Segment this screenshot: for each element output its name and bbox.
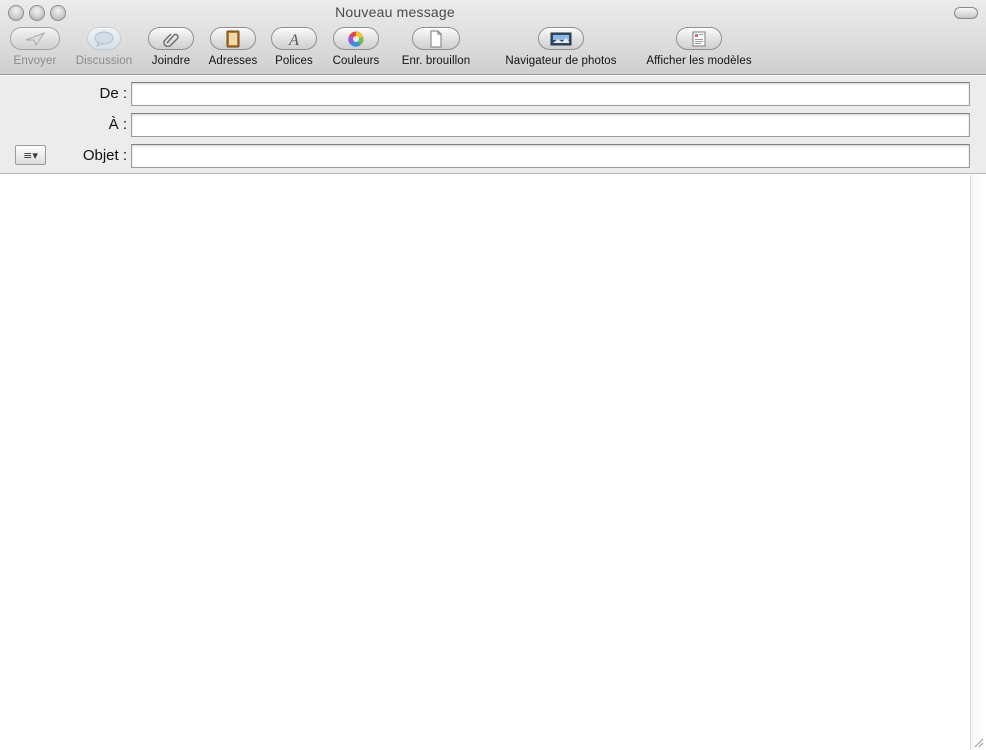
send-button[interactable]: Envoyer [9, 27, 61, 67]
to-label: À : [108, 116, 127, 133]
svg-text:A: A [288, 32, 299, 48]
message-header-fields: De : À : Objet : ≡▾ [0, 76, 986, 174]
show-templates-label: Afficher les modèles [646, 55, 752, 67]
speech-bubble-icon [93, 31, 115, 47]
attach-button[interactable]: Joindre [148, 27, 194, 67]
paperclip-icon [162, 31, 180, 47]
subject-row: Objet : [0, 144, 986, 168]
to-field[interactable] [131, 113, 970, 137]
send-label: Envoyer [13, 55, 57, 67]
from-label: De : [99, 85, 127, 102]
mail-compose-window: Nouveau message Envoyer Discussion Joind… [0, 0, 986, 750]
header-options-menu-button[interactable]: ≡▾ [15, 145, 46, 165]
save-draft-label: Enr. brouillon [401, 55, 471, 67]
fonts-button[interactable]: A Polices [271, 27, 317, 67]
discussion-label: Discussion [75, 55, 133, 67]
templates-icon [690, 31, 708, 47]
show-templates-button[interactable]: Afficher les modèles [637, 27, 761, 67]
window-title: Nouveau message [335, 4, 455, 20]
save-draft-button[interactable]: Enr. brouillon [394, 27, 478, 67]
resize-grip-icon[interactable] [972, 736, 984, 748]
colors-label: Couleurs [332, 55, 380, 67]
discussion-button[interactable]: Discussion [72, 27, 136, 67]
draft-document-icon [428, 30, 444, 48]
attach-label: Joindre [151, 55, 191, 67]
toolbar-toggle-button[interactable] [954, 7, 978, 19]
from-row: De : [0, 82, 986, 106]
colors-button[interactable]: Couleurs [329, 27, 383, 67]
vertical-scrollbar[interactable] [970, 175, 986, 750]
photo-browser-button[interactable]: Navigateur de photos [496, 27, 626, 67]
to-row: À : [0, 113, 986, 137]
photo-browser-label: Navigateur de photos [505, 55, 617, 67]
font-icon: A [285, 30, 303, 48]
color-wheel-icon [347, 30, 365, 48]
address-book-button[interactable]: Adresses [206, 27, 260, 67]
from-field[interactable] [131, 82, 970, 106]
message-body-editor[interactable] [0, 175, 970, 750]
window-toolbar: Nouveau message Envoyer Discussion Joind… [0, 0, 986, 75]
paper-plane-icon [24, 31, 46, 47]
address-book-icon [225, 30, 241, 48]
subject-label: Objet : [82, 147, 127, 164]
fonts-label: Polices [275, 55, 313, 67]
address-book-label: Adresses [208, 55, 258, 67]
photo-icon [550, 31, 572, 47]
subject-field[interactable] [131, 144, 970, 168]
